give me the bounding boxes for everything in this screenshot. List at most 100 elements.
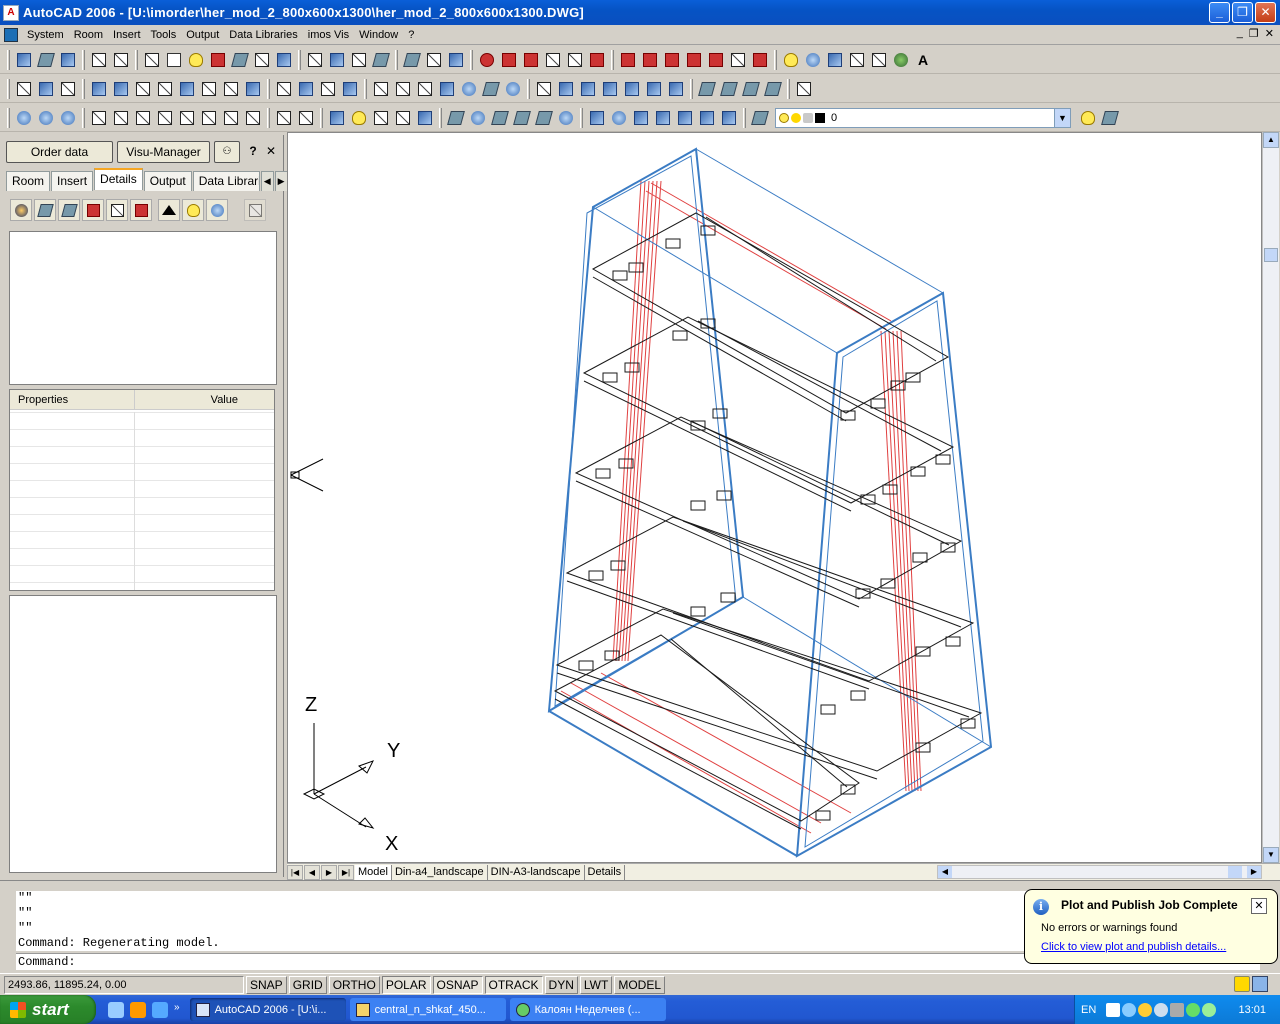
cube-icon[interactable] bbox=[480, 78, 502, 100]
sun-icon[interactable] bbox=[791, 112, 801, 123]
ucs-icon[interactable] bbox=[317, 78, 339, 100]
ucs-icon[interactable] bbox=[220, 78, 242, 100]
toolbar-grip[interactable] bbox=[7, 78, 10, 99]
mdi-close-button[interactable]: ✕ bbox=[1265, 27, 1274, 40]
cube-icon[interactable] bbox=[34, 199, 56, 221]
ucs-icon[interactable] bbox=[295, 78, 317, 100]
primitive-cone-icon[interactable] bbox=[511, 107, 533, 129]
help-button[interactable]: ? bbox=[244, 141, 262, 163]
warning-icon[interactable] bbox=[1234, 976, 1250, 992]
view-right-icon[interactable] bbox=[621, 78, 643, 100]
box-icon[interactable] bbox=[683, 49, 705, 71]
ucs-icon[interactable] bbox=[132, 78, 154, 100]
solid-edit-icon[interactable] bbox=[326, 107, 348, 129]
vertical-scrollbar[interactable]: ▲ ▼ bbox=[1262, 132, 1279, 863]
tab-scroll-right-icon[interactable]: ▶ bbox=[274, 171, 288, 191]
view-icon[interactable] bbox=[533, 78, 555, 100]
scroll-left-icon[interactable]: ◀ bbox=[938, 866, 952, 878]
text-style-icon[interactable] bbox=[370, 78, 392, 100]
menu-insert[interactable]: Insert bbox=[108, 26, 146, 44]
toolbar-grip[interactable] bbox=[135, 49, 138, 70]
new-file-icon[interactable] bbox=[141, 49, 163, 71]
ucs-icon[interactable] bbox=[110, 78, 132, 100]
interfere-icon[interactable] bbox=[674, 107, 696, 129]
menu-tools[interactable]: Tools bbox=[146, 26, 182, 44]
toolbar-grip[interactable] bbox=[690, 78, 693, 99]
globe-icon[interactable] bbox=[890, 49, 912, 71]
iso-view-icon[interactable] bbox=[740, 78, 762, 100]
iso-view-icon[interactable] bbox=[762, 78, 784, 100]
solid-edit-icon[interactable] bbox=[392, 107, 414, 129]
tool-icon[interactable] bbox=[520, 49, 542, 71]
desktop-icon[interactable] bbox=[108, 1001, 124, 1018]
red-eraser-icon[interactable] bbox=[130, 199, 152, 221]
tab-details-layout[interactable]: Details bbox=[585, 864, 626, 880]
chevron-down-icon[interactable]: ▼ bbox=[1054, 108, 1070, 127]
toolbar-grip[interactable] bbox=[7, 107, 10, 128]
ucs-icon[interactable] bbox=[242, 78, 264, 100]
ucs-icon[interactable] bbox=[13, 78, 35, 100]
lwt-toggle[interactable]: LWT bbox=[579, 975, 613, 994]
primitive-cylinder-icon[interactable] bbox=[489, 107, 511, 129]
box-solid-icon[interactable] bbox=[436, 78, 458, 100]
visu-manager-button[interactable]: Visu-Manager bbox=[117, 141, 210, 163]
light-icon[interactable] bbox=[476, 49, 498, 71]
next-tab-icon[interactable]: ▶ bbox=[321, 864, 337, 880]
zoom-window-icon[interactable] bbox=[824, 49, 846, 71]
tool-icon[interactable] bbox=[564, 49, 586, 71]
toolbar-grip[interactable] bbox=[580, 107, 583, 128]
text-icon[interactable]: A bbox=[912, 49, 934, 71]
menu-room[interactable]: Room bbox=[69, 26, 108, 44]
tab-output[interactable]: Output bbox=[143, 171, 192, 191]
layer-previous-icon[interactable] bbox=[1077, 107, 1099, 129]
box-icon[interactable] bbox=[749, 49, 771, 71]
undo-icon[interactable] bbox=[244, 199, 266, 221]
polar-toggle[interactable]: POLAR bbox=[381, 975, 431, 994]
model-toggle[interactable]: MODEL bbox=[614, 975, 666, 994]
tool-icon[interactable] bbox=[13, 49, 35, 71]
more-quicklaunch-icon[interactable]: » bbox=[174, 1002, 180, 1018]
tool-icon[interactable] bbox=[110, 49, 132, 71]
tool-icon[interactable] bbox=[498, 49, 520, 71]
measure-icon[interactable] bbox=[846, 49, 868, 71]
model-viewport[interactable]: Z Y X bbox=[287, 132, 1262, 863]
tool-icon[interactable] bbox=[304, 49, 326, 71]
help-tray-icon[interactable] bbox=[1106, 1002, 1121, 1017]
tab-insert[interactable]: Insert bbox=[51, 171, 94, 191]
eraser-icon[interactable] bbox=[106, 199, 128, 221]
solid-icon[interactable] bbox=[13, 107, 35, 129]
render-icon[interactable] bbox=[502, 78, 524, 100]
tool-icon[interactable] bbox=[348, 49, 370, 71]
box-icon[interactable] bbox=[414, 78, 436, 100]
snap-toggle[interactable]: SNAP bbox=[246, 975, 287, 994]
tool-icon[interactable] bbox=[326, 49, 348, 71]
color-swatch-icon[interactable] bbox=[815, 112, 825, 123]
toolbar-grip[interactable] bbox=[439, 107, 442, 128]
solid-icon[interactable] bbox=[35, 107, 57, 129]
menu-data-libraries[interactable]: Data Libraries bbox=[224, 26, 302, 44]
language-indicator[interactable]: EN bbox=[1081, 1004, 1096, 1016]
tool-icon[interactable] bbox=[35, 49, 57, 71]
triangle-icon[interactable] bbox=[158, 199, 180, 221]
autocad-app-icon[interactable]: A bbox=[3, 4, 19, 21]
network-icon[interactable] bbox=[1154, 1002, 1169, 1017]
toolbar-grip[interactable] bbox=[7, 49, 10, 70]
view-top-icon[interactable] bbox=[577, 78, 599, 100]
tool-icon[interactable] bbox=[586, 49, 608, 71]
camera-icon[interactable] bbox=[793, 78, 815, 100]
primitive-wedge-icon[interactable] bbox=[533, 107, 555, 129]
layer-states-icon[interactable] bbox=[1099, 107, 1121, 129]
edit-icon[interactable] bbox=[242, 107, 264, 129]
scroll-thumb[interactable] bbox=[1264, 248, 1278, 262]
iso-view-icon[interactable] bbox=[718, 78, 740, 100]
box-icon[interactable] bbox=[661, 49, 683, 71]
toolbar-grip[interactable] bbox=[364, 78, 367, 99]
filter-icon[interactable] bbox=[182, 199, 204, 221]
tab-model[interactable]: Model bbox=[355, 864, 392, 880]
details-tree-area[interactable] bbox=[9, 231, 277, 385]
open-icon[interactable] bbox=[185, 49, 207, 71]
coordinate-readout[interactable]: 2493.86, 11895.24, 0.00 bbox=[4, 975, 244, 994]
toolbar-grip[interactable] bbox=[82, 49, 85, 70]
cube-icon[interactable] bbox=[58, 199, 80, 221]
toolbar-grip[interactable] bbox=[527, 78, 530, 99]
